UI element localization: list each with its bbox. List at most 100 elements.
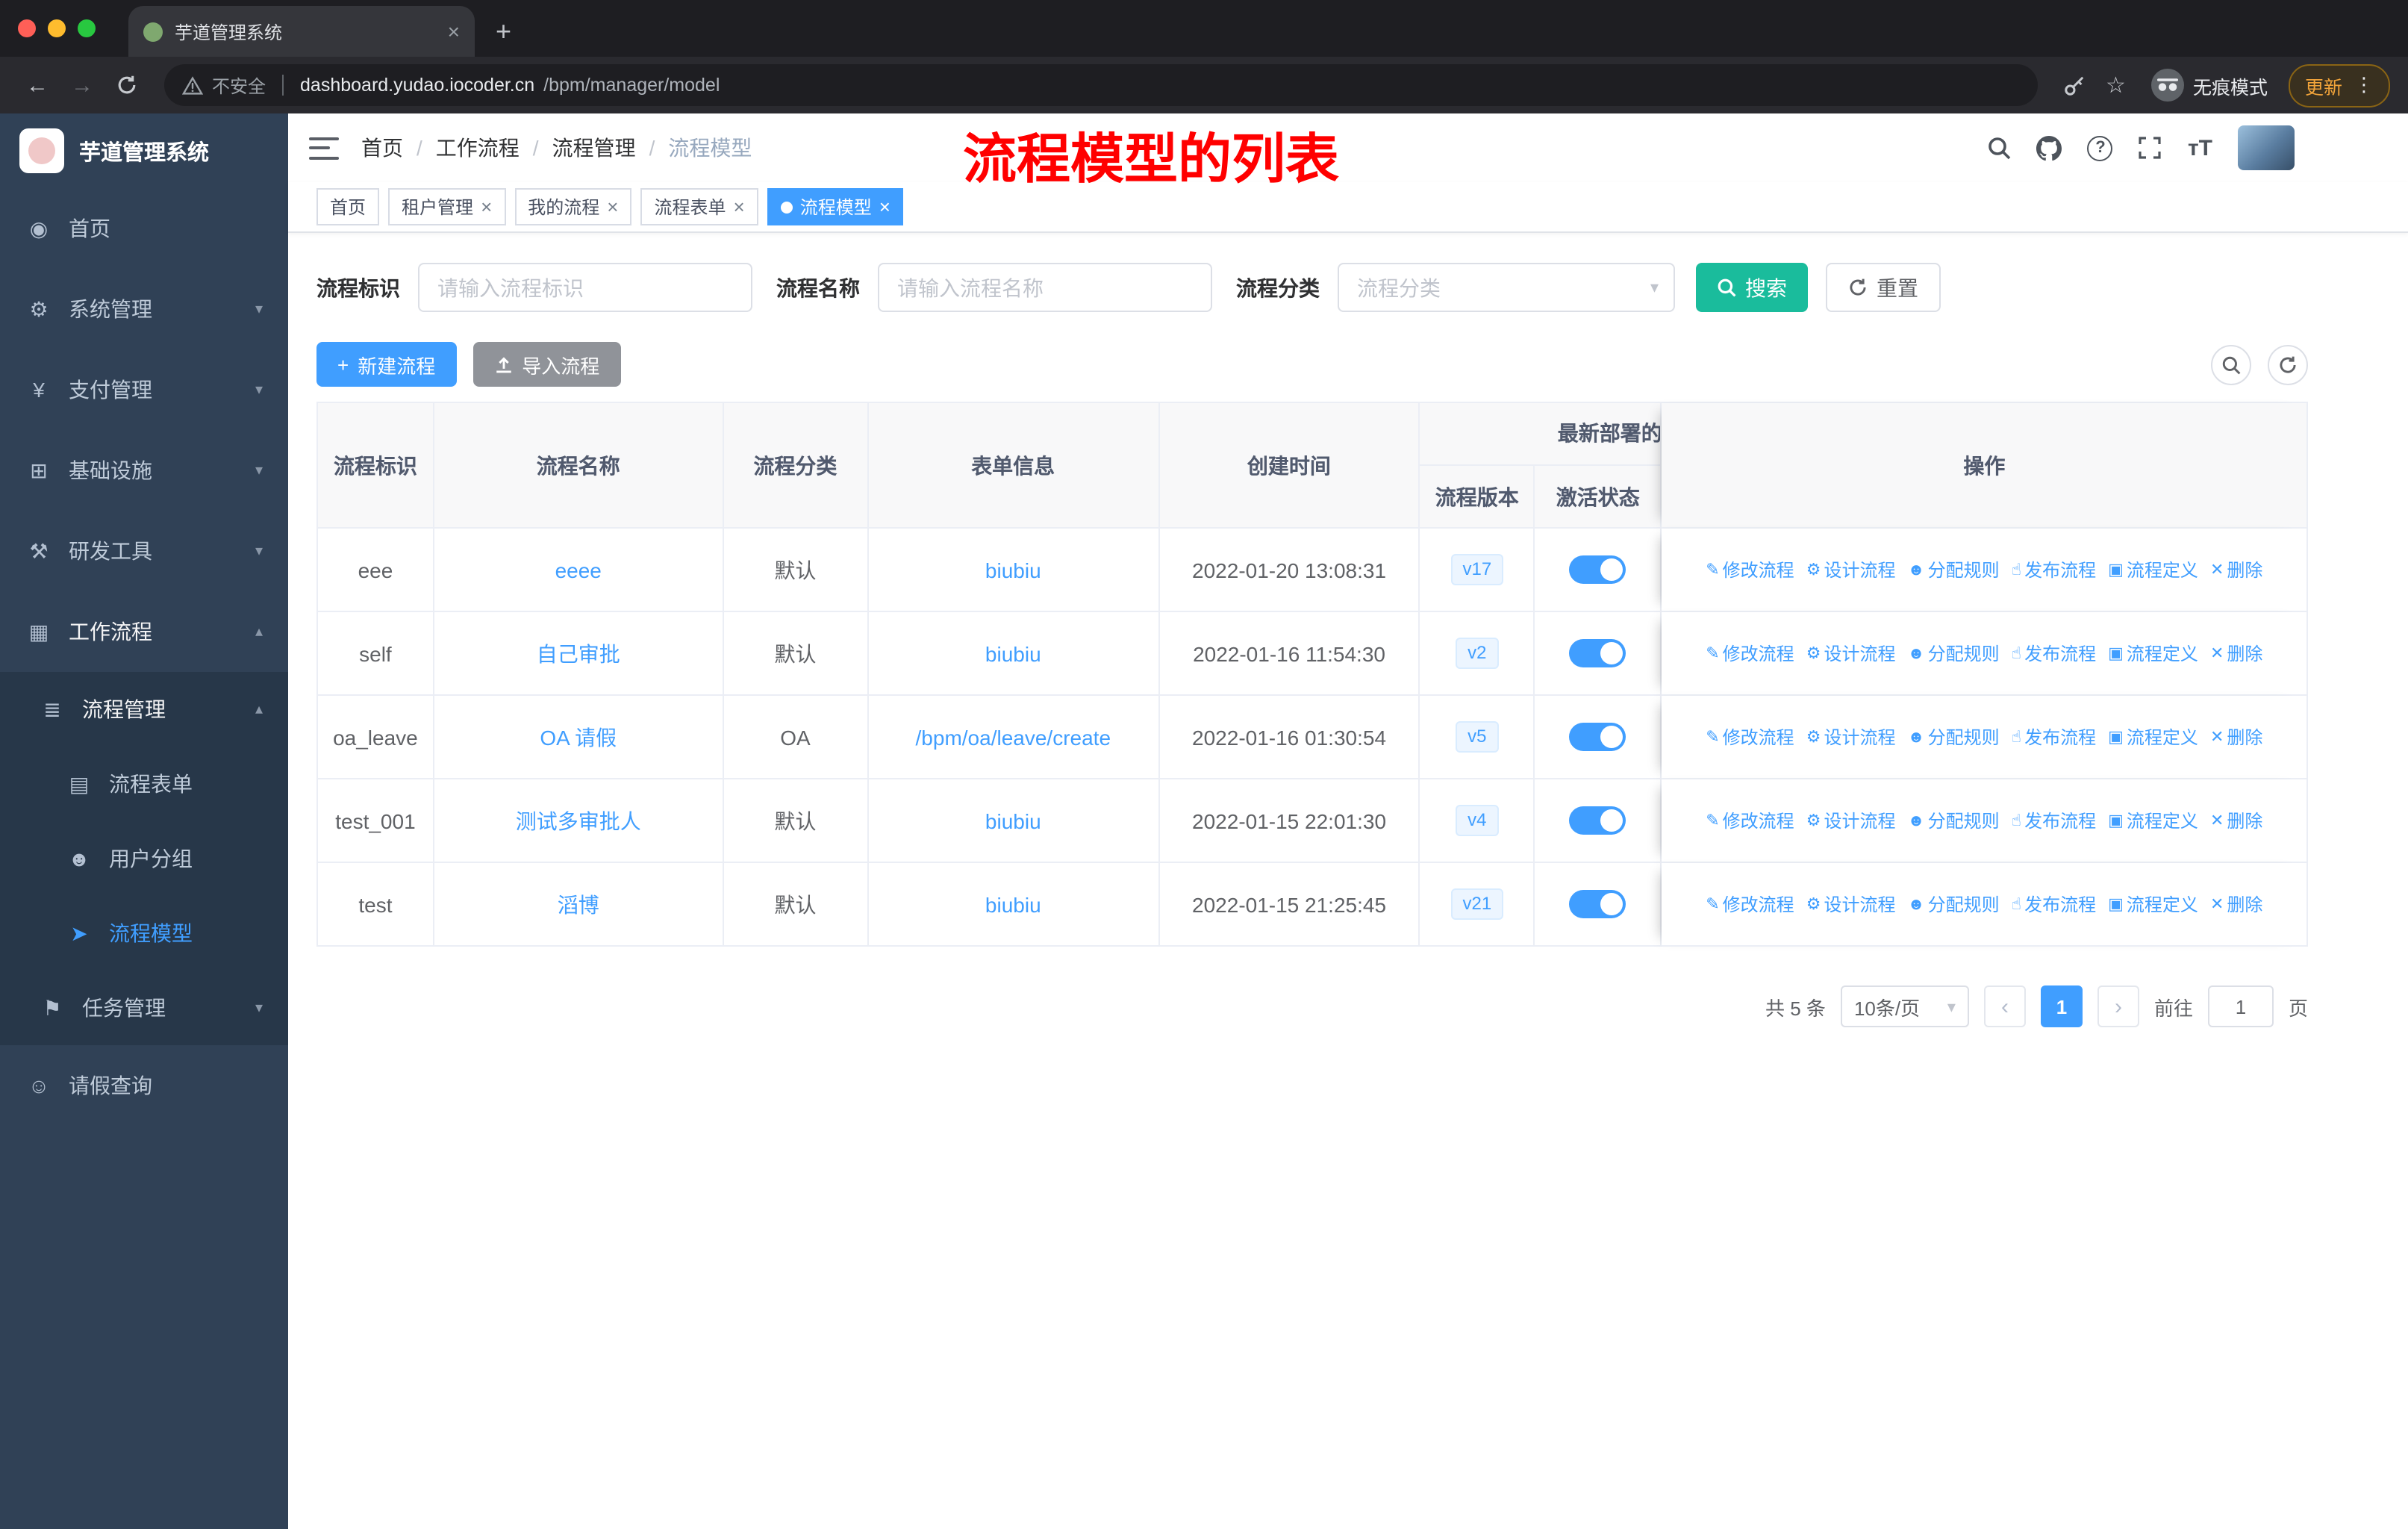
sidebar-item-task-mgmt[interactable]: ⚑ 任务管理 ▾ — [0, 971, 288, 1045]
action-assign[interactable]: ☻ 分配规则 — [1907, 808, 1999, 833]
reset-button[interactable]: 重置 — [1826, 263, 1941, 312]
goto-page-input[interactable] — [2207, 985, 2274, 1027]
form-link[interactable]: biubiu — [985, 892, 1041, 916]
font-size-icon[interactable]: тT — [2188, 135, 2212, 161]
tag-首页[interactable]: 首页 — [316, 188, 380, 225]
action-publish[interactable]: ☝ 发布流程 — [2012, 641, 2096, 666]
security-label[interactable]: 不安全 — [212, 72, 266, 98]
action-definition[interactable]: ▣ 流程定义 — [2108, 808, 2198, 833]
action-delete[interactable]: ✕ 删除 — [2210, 641, 2262, 666]
action-design[interactable]: ⚙ 设计流程 — [1806, 724, 1896, 750]
password-key-icon[interactable] — [2055, 74, 2092, 96]
page-1-button[interactable]: 1 — [2040, 985, 2083, 1027]
help-icon[interactable]: ? — [2087, 135, 2113, 161]
active-toggle[interactable] — [1569, 806, 1626, 835]
tag-我的流程[interactable]: 我的流程 × — [514, 188, 632, 225]
macos-zoom-button[interactable] — [78, 19, 96, 37]
browser-update-button[interactable]: 更新 ⋮ — [2288, 63, 2390, 107]
macos-close-button[interactable] — [18, 19, 36, 37]
sidebar-item-leave-query[interactable]: ☺ 请假查询 — [0, 1045, 288, 1126]
create-process-button[interactable]: + 新建流程 — [316, 342, 457, 387]
action-edit[interactable]: ✎ 修改流程 — [1706, 891, 1794, 917]
process-id-input[interactable] — [418, 263, 752, 312]
breadcrumb-workflow[interactable]: 工作流程 — [436, 133, 520, 163]
action-design[interactable]: ⚙ 设计流程 — [1806, 808, 1896, 833]
breadcrumb-process-mgmt[interactable]: 流程管理 — [552, 133, 636, 163]
action-definition[interactable]: ▣ 流程定义 — [2108, 557, 2198, 582]
action-design[interactable]: ⚙ 设计流程 — [1806, 641, 1896, 666]
browser-tab[interactable]: 芋道管理系统 × — [128, 6, 475, 57]
action-delete[interactable]: ✕ 删除 — [2210, 808, 2262, 833]
tag-close-icon[interactable]: × — [879, 197, 890, 217]
model-name-link[interactable]: 自己审批 — [537, 638, 620, 668]
action-assign[interactable]: ☻ 分配规则 — [1907, 557, 1999, 582]
tag-close-icon[interactable]: × — [607, 197, 618, 217]
address-bar[interactable]: 不安全 dashboard.yudao.iocoder.cn/bpm/manag… — [164, 64, 2038, 106]
model-name-link[interactable]: 测试多审批人 — [516, 806, 641, 835]
action-delete[interactable]: ✕ 删除 — [2210, 724, 2262, 750]
category-select[interactable]: 流程分类 ▾ — [1338, 263, 1675, 312]
import-process-button[interactable]: 导入流程 — [472, 342, 621, 387]
action-edit[interactable]: ✎ 修改流程 — [1706, 641, 1794, 666]
prev-page-button[interactable]: ‹ — [1983, 985, 2026, 1027]
model-name-link[interactable]: 滔博 — [558, 889, 599, 919]
tag-close-icon[interactable]: × — [481, 197, 492, 217]
user-avatar[interactable] — [2238, 125, 2295, 170]
menu-kebab-icon[interactable]: ⋮ — [2354, 73, 2374, 97]
action-delete[interactable]: ✕ 删除 — [2210, 891, 2262, 917]
show-search-icon[interactable] — [2211, 344, 2251, 384]
active-toggle[interactable] — [1569, 555, 1626, 584]
bookmark-star-icon[interactable]: ☆ — [2098, 72, 2133, 99]
form-link[interactable]: biubiu — [985, 641, 1041, 665]
action-edit[interactable]: ✎ 修改流程 — [1706, 557, 1794, 582]
form-link[interactable]: biubiu — [985, 809, 1041, 832]
sidebar-item-payment-mgmt[interactable]: ¥ 支付管理 ▾ — [0, 349, 288, 430]
action-assign[interactable]: ☻ 分配规则 — [1907, 891, 1999, 917]
menu-fold-icon[interactable] — [309, 137, 339, 159]
sidebar-item-workflow[interactable]: ▦ 工作流程 ▴ — [0, 591, 288, 672]
action-publish[interactable]: ☝ 发布流程 — [2012, 891, 2096, 917]
refresh-table-icon[interactable] — [2268, 344, 2308, 384]
model-name-link[interactable]: eeee — [555, 558, 602, 582]
tab-close-icon[interactable]: × — [448, 19, 460, 43]
sidebar-item-user-group[interactable]: ☻ 用户分组 — [0, 821, 288, 896]
action-definition[interactable]: ▣ 流程定义 — [2108, 724, 2198, 750]
tag-close-icon[interactable]: × — [734, 197, 745, 217]
action-design[interactable]: ⚙ 设计流程 — [1806, 557, 1896, 582]
model-name-link[interactable]: OA 请假 — [540, 722, 617, 752]
forward-icon[interactable]: → — [63, 72, 102, 98]
next-page-button[interactable]: › — [2097, 985, 2139, 1027]
action-publish[interactable]: ☝ 发布流程 — [2012, 724, 2096, 750]
tag-流程表单[interactable]: 流程表单 × — [640, 188, 758, 225]
breadcrumb-home[interactable]: 首页 — [361, 133, 403, 163]
action-delete[interactable]: ✕ 删除 — [2210, 557, 2262, 582]
form-link[interactable]: biubiu — [985, 558, 1041, 582]
active-toggle[interactable] — [1569, 639, 1626, 667]
action-edit[interactable]: ✎ 修改流程 — [1706, 808, 1794, 833]
reload-icon[interactable] — [107, 75, 146, 96]
page-size-select[interactable]: 10条/页 ▾ — [1840, 985, 1969, 1027]
fullscreen-icon[interactable] — [2139, 136, 2162, 160]
search-button[interactable]: 搜索 — [1696, 263, 1808, 312]
action-assign[interactable]: ☻ 分配规则 — [1907, 724, 1999, 750]
action-definition[interactable]: ▣ 流程定义 — [2108, 891, 2198, 917]
sidebar-item-infrastructure[interactable]: ⊞ 基础设施 ▾ — [0, 430, 288, 511]
active-toggle[interactable] — [1569, 723, 1626, 751]
new-tab-button[interactable]: + — [496, 16, 511, 48]
tag-租户管理[interactable]: 租户管理 × — [388, 188, 506, 225]
sidebar-item-system-mgmt[interactable]: ⚙ 系统管理 ▾ — [0, 269, 288, 349]
sidebar-item-home[interactable]: ◉ 首页 — [0, 188, 288, 269]
action-definition[interactable]: ▣ 流程定义 — [2108, 641, 2198, 666]
action-publish[interactable]: ☝ 发布流程 — [2012, 557, 2096, 582]
tag-流程模型[interactable]: 流程模型 × — [767, 188, 904, 225]
action-design[interactable]: ⚙ 设计流程 — [1806, 891, 1896, 917]
action-assign[interactable]: ☻ 分配规则 — [1907, 641, 1999, 666]
back-icon[interactable]: ← — [18, 72, 57, 98]
github-icon[interactable] — [2036, 135, 2062, 161]
action-publish[interactable]: ☝ 发布流程 — [2012, 808, 2096, 833]
process-name-input[interactable] — [878, 263, 1212, 312]
macos-minimize-button[interactable] — [48, 19, 66, 37]
action-edit[interactable]: ✎ 修改流程 — [1706, 724, 1794, 750]
form-link[interactable]: /bpm/oa/leave/create — [916, 725, 1111, 749]
sidebar-item-process-form[interactable]: ▤ 流程表单 — [0, 747, 288, 821]
